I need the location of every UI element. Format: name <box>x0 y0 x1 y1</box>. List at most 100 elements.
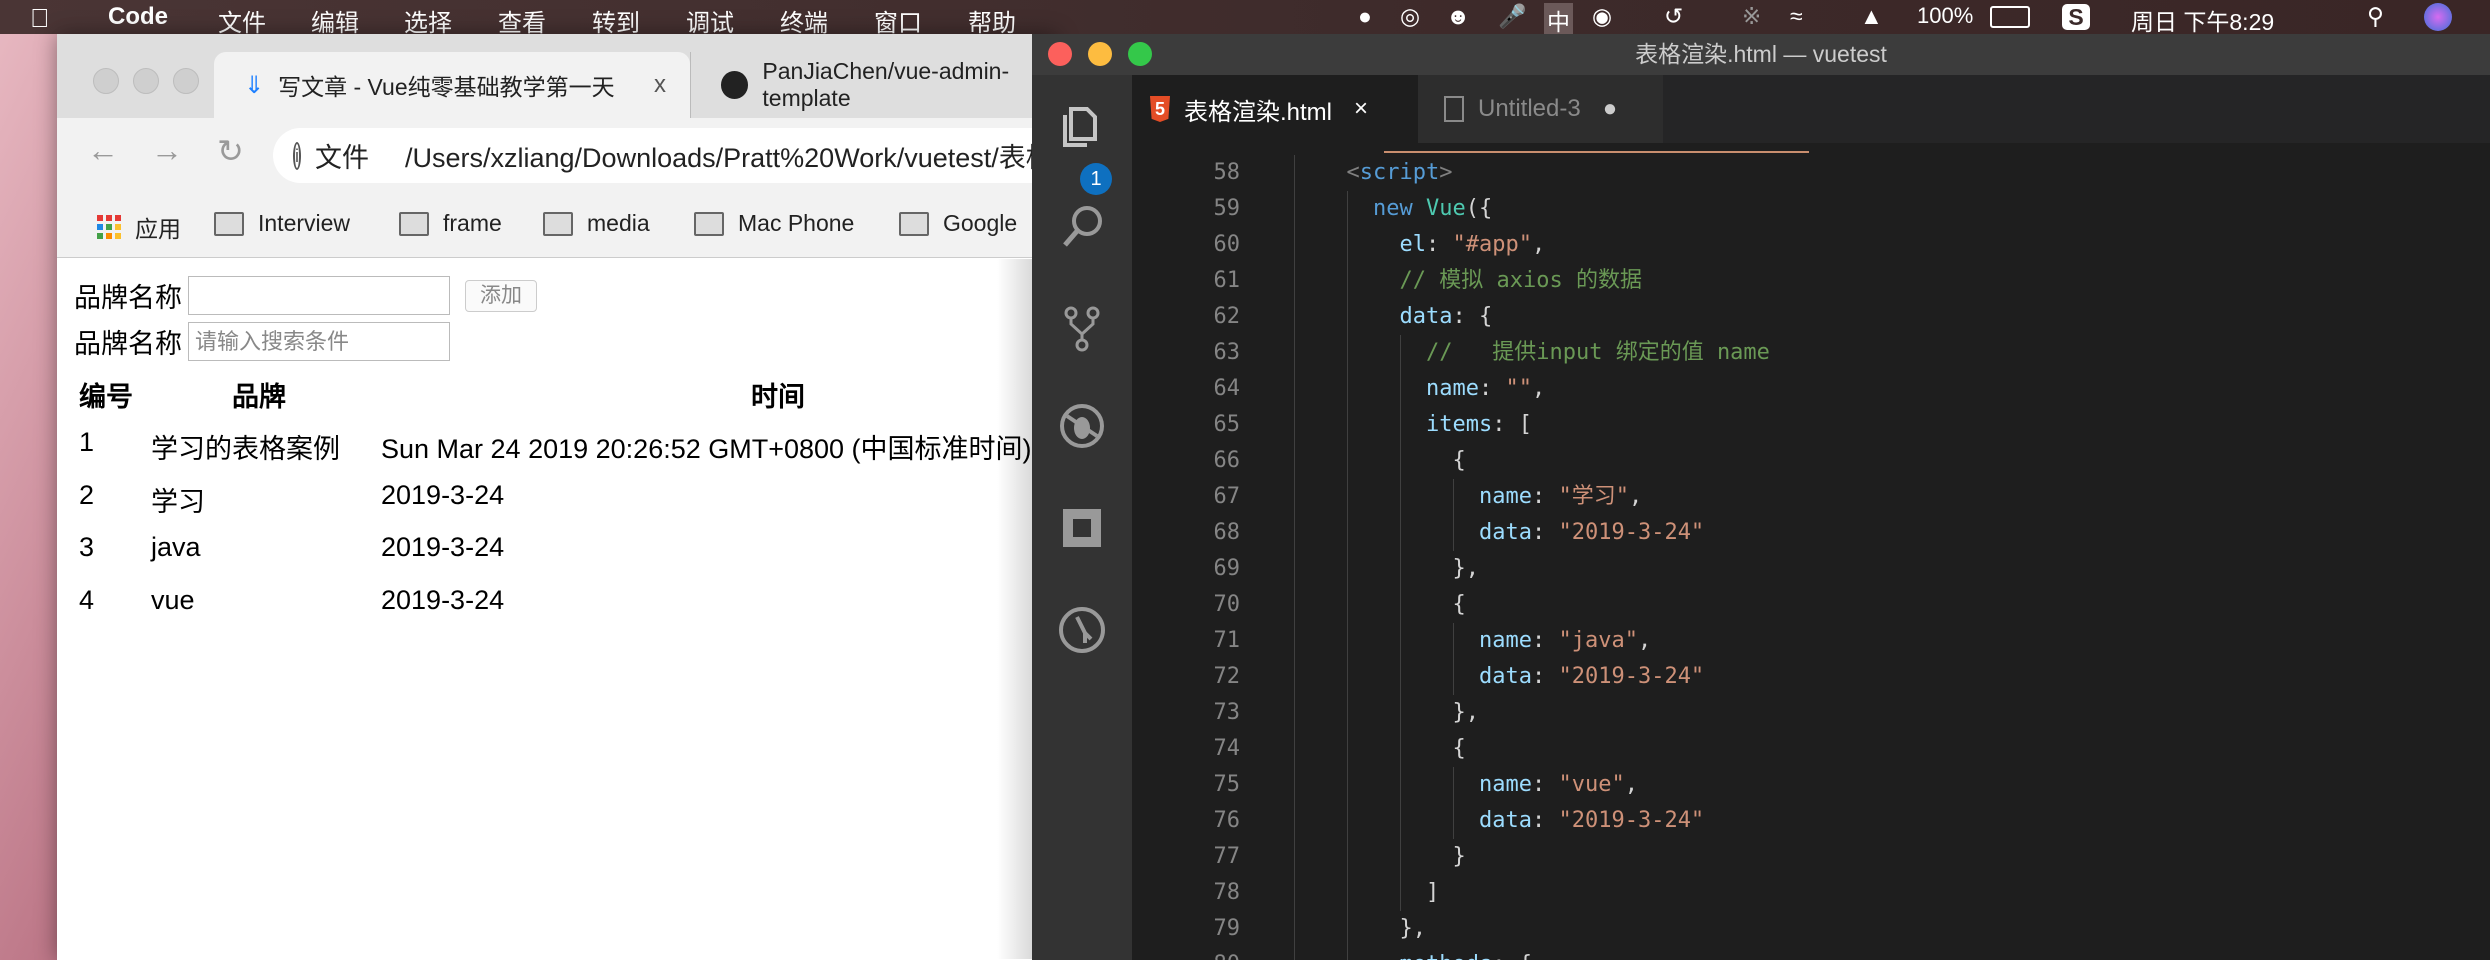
battery-icon[interactable] <box>1990 6 2030 28</box>
battery-percentage[interactable]: 100% <box>1917 3 1973 29</box>
brand-name-input[interactable] <box>188 276 450 315</box>
code-line[interactable]: <script> <box>1347 155 1453 191</box>
code-line[interactable]: new Vue({ <box>1373 191 1492 227</box>
code-token: "学习" <box>1558 484 1629 509</box>
code-line[interactable]: ] <box>1426 875 1439 911</box>
debug-icon[interactable] <box>1057 401 1107 451</box>
window-minimize-button[interactable] <box>133 68 159 94</box>
search-input[interactable]: 请输入搜索条件 <box>188 322 450 361</box>
code-token: "2019-3-24" <box>1558 520 1705 545</box>
window-close-button[interactable] <box>93 68 119 94</box>
code-line[interactable]: }, <box>1453 695 1480 731</box>
bookmark-apps[interactable]: 应用 <box>97 210 181 244</box>
menu-help[interactable]: 帮助 <box>968 3 1016 38</box>
search-label: 品牌名称 <box>74 329 182 359</box>
address-bar[interactable]: i 文件 /Users/xzliang/Downloads/Pratt%20Wo… <box>273 128 1073 183</box>
menu-file[interactable]: 文件 <box>218 3 266 38</box>
clock[interactable]: 周日 下午8:29 <box>2131 3 2274 37</box>
window-zoom-button[interactable] <box>173 68 199 94</box>
source-control-icon[interactable] <box>1057 303 1107 353</box>
window-zoom-button[interactable] <box>1128 42 1152 66</box>
explorer-files-icon[interactable] <box>1057 99 1107 149</box>
window-title: 表格渲染.html — vuetest <box>1635 41 1887 67</box>
search-icon[interactable] <box>1057 201 1107 251</box>
code-line[interactable]: name: "", <box>1426 371 1545 407</box>
unsaved-dot-icon[interactable]: ● <box>1603 95 1618 123</box>
bookmark-folder-interview[interactable]: Interview <box>214 210 350 237</box>
extensions-icon[interactable] <box>1057 503 1107 553</box>
info-icon[interactable]: i <box>293 141 301 170</box>
menu-edit[interactable]: 编辑 <box>311 3 359 38</box>
code-token: : { <box>1492 952 1532 960</box>
git-graph-icon[interactable] <box>1057 605 1107 655</box>
wifi-icon[interactable]: ≈ <box>1790 3 1803 30</box>
window-minimize-button[interactable] <box>1088 42 1112 66</box>
line-number: 59 <box>1213 196 1241 221</box>
apple-icon[interactable]:  <box>30 3 50 34</box>
editor-tab-active[interactable]: 5 表格渲染.html × <box>1132 75 1418 143</box>
code-line[interactable]: el: "#app", <box>1400 227 1546 263</box>
code-line[interactable]: }, <box>1453 551 1480 587</box>
status-app-icon[interactable]: ● <box>1358 3 1372 30</box>
reload-icon[interactable]: ↻ <box>217 132 244 170</box>
status-circle-icon[interactable]: ◎ <box>1400 3 1420 30</box>
indent-guide <box>1346 191 1348 960</box>
menu-selection[interactable]: 选择 <box>404 3 452 38</box>
menu-app-name[interactable]: Code <box>108 3 168 31</box>
tab-close-icon[interactable]: x <box>654 71 666 99</box>
bookmark-folder-google[interactable]: Google <box>899 210 1017 237</box>
browser-tab[interactable]: PanJiaChen/vue-admin-template <box>690 52 1090 118</box>
code-line[interactable]: { <box>1453 731 1466 767</box>
code-line[interactable]: data: { <box>1400 299 1493 335</box>
code-token: }, <box>1452 700 1480 725</box>
address-scheme-label: 文件 <box>315 143 369 173</box>
input-method-indicator[interactable]: 中 <box>1544 3 1573 37</box>
code-line[interactable]: { <box>1453 587 1466 623</box>
tab-close-icon[interactable]: × <box>1354 95 1368 123</box>
add-button[interactable]: 添加 <box>465 279 537 312</box>
code-line[interactable]: name: "java", <box>1479 623 1651 659</box>
forward-arrow-icon[interactable]: → <box>151 132 183 169</box>
code-editor[interactable]: 58 <script> 59 new Vue({60 el: "#app", 61// 模… <box>1132 143 2490 960</box>
code-line[interactable]: // 提供input 绑定的值 name <box>1426 335 1770 371</box>
code-line[interactable]: name: "学习", <box>1479 479 1642 515</box>
vscode-window: 表格渲染.html — vuetest 1 5 表格渲染.html × Unti… <box>1032 34 2490 960</box>
back-arrow-icon[interactable]: ← <box>87 132 119 169</box>
microphone-icon[interactable]: 🎤 <box>1498 3 1527 30</box>
time-machine-icon[interactable]: ↺ <box>1664 3 1683 30</box>
code-line[interactable]: }, <box>1400 911 1427 947</box>
table-header-time: 时间 <box>751 382 805 412</box>
editor-tab-untitled[interactable]: Untitled-3 ● <box>1418 75 1663 143</box>
code-token: , <box>1624 772 1638 797</box>
bookmark-folder-frame[interactable]: frame <box>399 210 502 237</box>
status-rabbit-icon[interactable]: ☻ <box>1446 3 1470 30</box>
menu-terminal[interactable]: 终端 <box>780 3 828 38</box>
window-close-button[interactable] <box>1048 42 1072 66</box>
wechat-icon[interactable]: ◉ <box>1592 3 1612 30</box>
code-token: "java" <box>1558 628 1638 653</box>
bookmark-folder-mac-phone[interactable]: Mac Phone <box>694 210 854 237</box>
code-line[interactable]: name: "vue", <box>1479 767 1638 803</box>
spotlight-search-icon[interactable]: ⚲ <box>2367 3 2384 30</box>
bookmark-folder-media[interactable]: media <box>543 210 650 237</box>
code-line[interactable]: } <box>1453 839 1466 875</box>
sogou-icon[interactable]: S <box>2062 4 2090 30</box>
browser-tab-active[interactable]: ⇓ 写文章 - Vue纯零基础教学第一天 x <box>214 52 690 118</box>
code-line[interactable]: methods: { <box>1400 947 1532 960</box>
code-line[interactable]: items: [ <box>1426 407 1532 443</box>
code-line[interactable]: { <box>1453 443 1466 479</box>
menu-go[interactable]: 转到 <box>592 3 640 38</box>
airplay-icon[interactable]: ▲ <box>1860 3 1883 30</box>
code-line[interactable]: data: "2019-3-24" <box>1479 659 1704 695</box>
code-line[interactable]: // 模拟 axios 的数据 <box>1400 263 1642 299</box>
siri-icon[interactable] <box>2424 3 2452 31</box>
menu-window[interactable]: 窗口 <box>874 3 922 38</box>
bluetooth-icon[interactable]: ※ <box>1742 3 1761 30</box>
line-number: 70 <box>1213 592 1241 617</box>
code-line[interactable]: data: "2019-3-24" <box>1479 515 1704 551</box>
code-token: : <box>1478 376 1506 401</box>
address-url[interactable]: /Users/xzliang/Downloads/Pratt%20Work/vu… <box>405 136 1073 175</box>
code-line[interactable]: data: "2019-3-24" <box>1479 803 1704 839</box>
menu-view[interactable]: 查看 <box>498 3 546 38</box>
menu-debug[interactable]: 调试 <box>686 3 734 38</box>
